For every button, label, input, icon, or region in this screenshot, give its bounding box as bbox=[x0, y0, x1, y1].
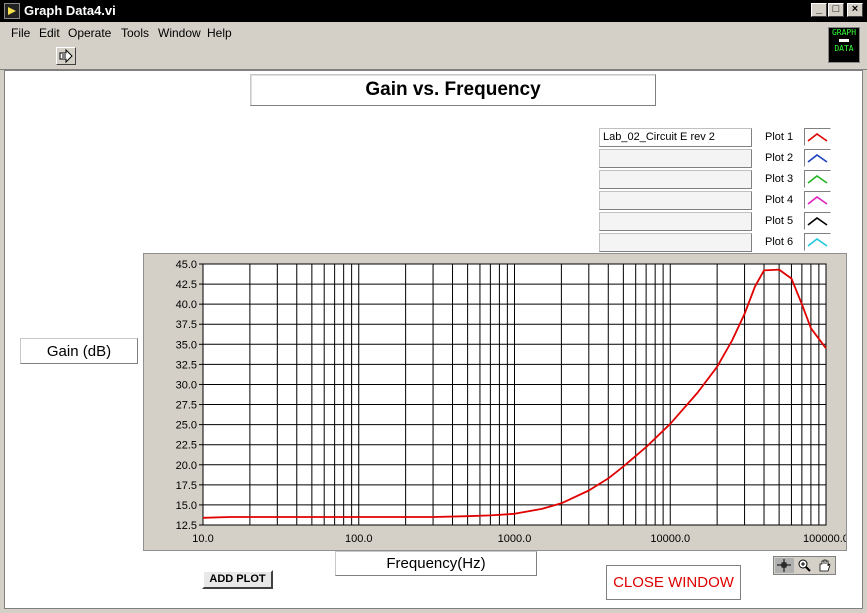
y-tick-label: 12.5 bbox=[176, 520, 197, 532]
graph-plot-area: 12.5 15.0 17.5 20.0 22.5 25.0 27.5 30.0 32.5 35.0… bbox=[176, 259, 849, 545]
y-tick-label: 27.5 bbox=[176, 400, 197, 412]
add-plot-button[interactable]: ADD PLOT bbox=[202, 570, 273, 589]
x-axis-label: Frequency(Hz) bbox=[335, 551, 537, 576]
vi-logo-icon: GRAPH DATA bbox=[828, 27, 860, 63]
legend-plot-label: Plot 1 bbox=[765, 131, 794, 143]
logo-line1: GRAPH bbox=[831, 28, 857, 37]
legend-swatch[interactable] bbox=[804, 149, 831, 167]
legend-name-field[interactable]: Lab_02_Circuit E rev 2 bbox=[599, 128, 752, 147]
legend-plot-label: Plot 5 bbox=[765, 215, 794, 227]
legend-plot-label: Plot 2 bbox=[765, 152, 794, 164]
y-tick-label: 22.5 bbox=[176, 440, 197, 452]
legend-swatch[interactable] bbox=[804, 191, 831, 209]
close-button[interactable]: × bbox=[847, 3, 863, 17]
x-tick-label: 10.0 bbox=[192, 533, 213, 545]
legend-swatch[interactable] bbox=[804, 170, 831, 188]
y-tick-label: 37.5 bbox=[176, 319, 197, 331]
y-tick-label: 30.0 bbox=[176, 379, 197, 391]
y-tick-label: 45.0 bbox=[176, 259, 197, 271]
x-tick-label: 1000.0 bbox=[498, 533, 532, 545]
y-tick-label: 35.0 bbox=[176, 339, 197, 351]
y-tick-label: 40.0 bbox=[176, 299, 197, 311]
pan-hand-icon[interactable] bbox=[815, 558, 834, 573]
menu-operate[interactable]: Operate bbox=[68, 26, 111, 40]
logo-line2: DATA bbox=[834, 44, 854, 53]
close-window-button[interactable]: CLOSE WINDOW bbox=[606, 565, 741, 600]
legend-name-field[interactable] bbox=[599, 149, 752, 168]
cursor-crosshair-icon[interactable] bbox=[775, 558, 794, 573]
legend-name-field[interactable] bbox=[599, 191, 752, 210]
window-title: Graph Data4.vi bbox=[24, 3, 116, 18]
run-arrow-icon bbox=[59, 48, 73, 64]
legend-swatch[interactable] bbox=[804, 128, 831, 146]
title-bar: Graph Data4.vi _ □ × bbox=[0, 0, 867, 22]
maximize-button[interactable]: □ bbox=[828, 3, 844, 17]
y-tick-label: 25.0 bbox=[176, 420, 197, 432]
menu-tools[interactable]: Tools bbox=[121, 26, 149, 40]
y-tick-label: 32.5 bbox=[176, 359, 197, 371]
legend-plot-label: Plot 4 bbox=[765, 194, 794, 206]
legend-swatch[interactable] bbox=[804, 212, 831, 230]
graph-title: Gain vs. Frequency bbox=[250, 74, 656, 106]
plot-swatch-icon bbox=[807, 238, 828, 247]
menu-window[interactable]: Window bbox=[158, 26, 201, 40]
x-tick-label: 10000.0 bbox=[650, 533, 690, 545]
legend-name-field[interactable] bbox=[599, 170, 752, 189]
y-tick-label: 15.0 bbox=[176, 500, 197, 512]
y-tick-label: 17.5 bbox=[176, 480, 197, 492]
toolbar bbox=[0, 43, 867, 70]
run-arrow-button[interactable] bbox=[56, 47, 76, 65]
menu-bar: File Edit Operate Tools Window Help bbox=[0, 22, 867, 43]
x-tick-label: 100000.0 bbox=[803, 533, 846, 545]
menu-file[interactable]: File bbox=[11, 26, 30, 40]
plot-swatch-icon bbox=[807, 133, 828, 142]
legend-swatch[interactable] bbox=[804, 233, 831, 251]
plot-swatch-icon bbox=[807, 154, 828, 163]
menu-edit[interactable]: Edit bbox=[39, 26, 60, 40]
graph-palette bbox=[773, 556, 836, 575]
plot-swatch-icon bbox=[807, 175, 828, 184]
y-axis-label: Gain (dB) bbox=[20, 338, 138, 364]
menu-help[interactable]: Help bbox=[207, 26, 232, 40]
y-tick-label: 42.5 bbox=[176, 279, 197, 291]
x-tick-label: 100.0 bbox=[345, 533, 373, 545]
legend-plot-label: Plot 3 bbox=[765, 173, 794, 185]
legend-plot-label: Plot 6 bbox=[765, 236, 794, 248]
waveform-graph[interactable]: 12.5 15.0 17.5 20.0 22.5 25.0 27.5 30.0 32.5 35.0… bbox=[143, 253, 849, 551]
legend-name-field[interactable] bbox=[599, 233, 752, 252]
legend-name-field[interactable] bbox=[599, 212, 752, 231]
y-tick-label: 20.0 bbox=[176, 460, 197, 472]
minimize-button[interactable]: _ bbox=[811, 3, 827, 17]
plot-swatch-icon bbox=[807, 217, 828, 226]
vi-icon bbox=[4, 3, 20, 19]
zoom-icon[interactable] bbox=[795, 558, 814, 573]
plot-swatch-icon bbox=[807, 196, 828, 205]
